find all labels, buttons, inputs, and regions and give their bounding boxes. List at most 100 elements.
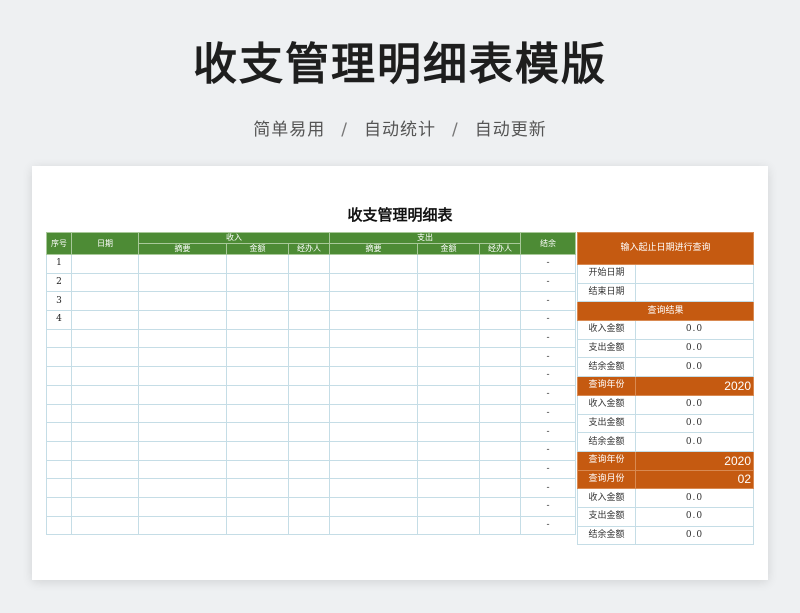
table-cell[interactable] xyxy=(288,440,330,461)
table-cell[interactable] xyxy=(479,254,521,274)
table-cell[interactable] xyxy=(71,496,139,517)
table-cell[interactable] xyxy=(138,366,227,386)
seq-cell[interactable] xyxy=(46,478,72,498)
table-cell[interactable] xyxy=(138,310,227,330)
table-cell[interactable] xyxy=(226,328,289,349)
seq-cell[interactable] xyxy=(46,515,72,536)
seq-cell[interactable] xyxy=(46,440,72,461)
table-cell[interactable] xyxy=(479,310,521,330)
table-cell[interactable] xyxy=(71,478,139,498)
table-cell[interactable] xyxy=(138,272,227,293)
table-cell[interactable] xyxy=(226,291,289,312)
balance-cell[interactable]: - xyxy=(520,291,576,312)
balance-cell[interactable]: - xyxy=(520,440,576,461)
table-cell[interactable] xyxy=(417,478,480,498)
table-cell[interactable] xyxy=(288,254,330,274)
table-cell[interactable] xyxy=(138,254,227,274)
table-cell[interactable] xyxy=(329,384,418,405)
balance-cell[interactable]: - xyxy=(520,515,576,536)
table-cell[interactable] xyxy=(417,347,480,368)
seq-cell[interactable]: 4 xyxy=(46,310,72,330)
table-cell[interactable] xyxy=(138,459,227,480)
table-cell[interactable] xyxy=(288,403,330,424)
balance-total-value[interactable]: 0.0 xyxy=(635,357,754,378)
expense-total-value[interactable]: 0.0 xyxy=(635,338,754,359)
table-cell[interactable] xyxy=(226,496,289,517)
balance-cell[interactable]: - xyxy=(520,310,576,330)
year-income-value[interactable]: 0.0 xyxy=(635,394,754,415)
table-cell[interactable] xyxy=(329,347,418,368)
table-cell[interactable] xyxy=(71,310,139,330)
month-balance-value[interactable]: 0.0 xyxy=(635,525,754,546)
table-cell[interactable] xyxy=(138,291,227,312)
table-cell[interactable] xyxy=(479,422,521,442)
table-cell[interactable] xyxy=(329,459,418,480)
table-cell[interactable] xyxy=(226,254,289,274)
table-cell[interactable] xyxy=(226,403,289,424)
table-cell[interactable] xyxy=(226,422,289,442)
table-cell[interactable] xyxy=(417,496,480,517)
table-cell[interactable] xyxy=(479,272,521,293)
table-cell[interactable] xyxy=(138,515,227,536)
table-cell[interactable] xyxy=(71,422,139,442)
table-cell[interactable] xyxy=(329,272,418,293)
table-cell[interactable] xyxy=(226,347,289,368)
balance-cell[interactable]: - xyxy=(520,478,576,498)
table-cell[interactable] xyxy=(226,272,289,293)
seq-cell[interactable] xyxy=(46,347,72,368)
table-cell[interactable] xyxy=(138,403,227,424)
table-cell[interactable] xyxy=(479,459,521,480)
table-cell[interactable] xyxy=(479,366,521,386)
table-cell[interactable] xyxy=(479,440,521,461)
year-input[interactable]: 2020 xyxy=(635,376,754,396)
table-cell[interactable] xyxy=(417,515,480,536)
table-cell[interactable] xyxy=(329,403,418,424)
table-cell[interactable] xyxy=(417,403,480,424)
table-cell[interactable] xyxy=(329,440,418,461)
table-cell[interactable] xyxy=(71,403,139,424)
table-cell[interactable] xyxy=(288,422,330,442)
balance-cell[interactable]: - xyxy=(520,366,576,386)
table-cell[interactable] xyxy=(71,366,139,386)
seq-cell[interactable]: 2 xyxy=(46,272,72,293)
table-cell[interactable] xyxy=(288,496,330,517)
balance-cell[interactable]: - xyxy=(520,422,576,442)
table-cell[interactable] xyxy=(417,272,480,293)
table-cell[interactable] xyxy=(479,384,521,405)
table-cell[interactable] xyxy=(138,440,227,461)
balance-cell[interactable]: - xyxy=(520,347,576,368)
year2-input[interactable]: 2020 xyxy=(635,450,754,471)
table-cell[interactable] xyxy=(138,384,227,405)
table-cell[interactable] xyxy=(479,403,521,424)
table-cell[interactable] xyxy=(329,515,418,536)
table-cell[interactable] xyxy=(288,272,330,293)
table-cell[interactable] xyxy=(329,478,418,498)
table-cell[interactable] xyxy=(226,440,289,461)
table-cell[interactable] xyxy=(138,478,227,498)
table-cell[interactable] xyxy=(417,440,480,461)
table-cell[interactable] xyxy=(71,515,139,536)
table-cell[interactable] xyxy=(288,328,330,349)
table-cell[interactable] xyxy=(329,496,418,517)
table-cell[interactable] xyxy=(288,384,330,405)
table-cell[interactable] xyxy=(288,366,330,386)
table-cell[interactable] xyxy=(226,310,289,330)
balance-cell[interactable]: - xyxy=(520,496,576,517)
balance-cell[interactable]: - xyxy=(520,254,576,274)
seq-cell[interactable] xyxy=(46,328,72,349)
month-income-value[interactable]: 0.0 xyxy=(635,488,754,508)
table-cell[interactable] xyxy=(329,422,418,442)
table-cell[interactable] xyxy=(288,291,330,312)
end-date-input[interactable] xyxy=(635,282,754,303)
table-cell[interactable] xyxy=(288,459,330,480)
table-cell[interactable] xyxy=(479,496,521,517)
table-cell[interactable] xyxy=(288,347,330,368)
table-cell[interactable] xyxy=(479,478,521,498)
table-cell[interactable] xyxy=(138,422,227,442)
income-total-value[interactable]: 0.0 xyxy=(635,320,754,340)
table-cell[interactable] xyxy=(71,328,139,349)
seq-cell[interactable]: 3 xyxy=(46,291,72,312)
table-cell[interactable] xyxy=(226,384,289,405)
seq-cell[interactable] xyxy=(46,403,72,424)
table-cell[interactable] xyxy=(329,366,418,386)
